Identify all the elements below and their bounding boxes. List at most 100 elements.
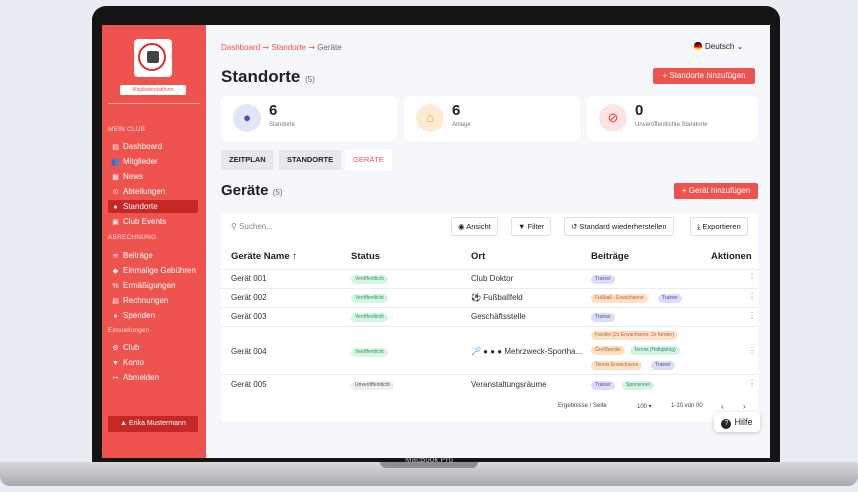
tab-locations[interactable]: STANDORTE <box>279 150 342 170</box>
export-button[interactable]: ⤓ Exportieren <box>690 217 748 236</box>
fee-badge: Familie (2x Erwachsene, 2x Kinder) <box>591 331 678 340</box>
section-club-label: MEIN CLUB <box>108 126 146 133</box>
breadcrumb-dashboard[interactable]: Dashboard <box>221 43 260 52</box>
stat-label: Standorte <box>269 122 296 128</box>
sidebar-item-logout[interactable]: ↦ Abmelden <box>108 371 198 384</box>
sidebar-item-label: Club <box>123 343 140 352</box>
sidebar-item-label: Mitglieder <box>123 157 158 166</box>
stat-card-unpublished: ⊘ 0 Unveröffentlichte Standorte <box>587 96 758 141</box>
page-title: Standorte (5) <box>221 67 315 87</box>
fee-badge: Trainer <box>591 275 615 284</box>
row-actions-menu-icon[interactable]: ⋮ <box>748 292 756 301</box>
table-row-location: ⚽ Fußballfeld <box>471 293 523 302</box>
table-row-name: Gerät 005 <box>231 380 267 389</box>
cart-icon: ▼ <box>112 360 119 367</box>
calendar-icon: ▣ <box>112 219 119 226</box>
gear-icon: ⚙ <box>112 345 119 352</box>
fee-badge: Tennis (Halbjährig) <box>630 346 680 355</box>
sidebar-item-one-time-fees[interactable]: ◆ Einmalige Gebühren <box>108 264 198 277</box>
language-selector[interactable]: Deutsch ⌄ <box>694 42 743 51</box>
row-divider <box>221 307 758 308</box>
prev-page-icon[interactable]: ‹ <box>721 402 724 411</box>
coins-icon: ≋ <box>112 253 119 260</box>
fee-badge: Trainer <box>658 294 682 303</box>
sidebar-item-account[interactable]: ▼ Konto <box>108 356 198 369</box>
sidebar-item-label: Dashboard <box>123 142 163 151</box>
user-profile-button[interactable]: ▲ Erika Mustermann <box>108 416 198 432</box>
main-content: Dashboard ➞ Standorte ➞ Geräte Deutsch ⌄… <box>206 25 770 458</box>
section-title-text: Geräte <box>221 182 269 199</box>
sidebar-item-label: Club Events <box>123 217 167 226</box>
page-title-count: (5) <box>305 75 315 84</box>
table-row-name: Gerät 003 <box>231 312 267 321</box>
tag-icon: ◆ <box>112 268 119 275</box>
reset-button[interactable]: ↺ Standard wiederherstellen <box>564 217 674 236</box>
news-icon: ▦ <box>112 174 119 181</box>
sidebar-item-label: Beiträge <box>123 251 153 260</box>
add-location-button[interactable]: + Standorte hinzufügen <box>653 68 755 84</box>
user-name: Erika Mustermann <box>129 420 186 427</box>
section-settings-label: Einstellungen <box>108 327 150 334</box>
breadcrumb-locations[interactable]: Standorte <box>271 43 306 52</box>
row-actions-menu-icon[interactable]: ⋮ <box>748 311 756 320</box>
platform-badge: Mitgliederplattform <box>120 85 186 95</box>
rows-per-page-label: Ergebnisse / Seite <box>558 403 607 409</box>
sidebar-item-invoices[interactable]: ▤ Rechnungen <box>108 294 198 307</box>
row-actions-menu-icon[interactable]: ⋮ <box>748 379 756 388</box>
section-title: Geräte (5) <box>221 182 282 199</box>
column-header-name[interactable]: Geräte Name ↑ <box>231 251 297 262</box>
logo-bear-icon <box>147 51 159 63</box>
help-label: Hilfe <box>734 417 753 427</box>
rows-per-page-select[interactable]: 100 ▾ <box>637 403 652 410</box>
add-device-button[interactable]: + Gerät hinzufügen <box>674 183 758 199</box>
row-actions-menu-icon[interactable]: ⋮ <box>748 273 756 282</box>
stat-label: Unveröffentlichte Standorte <box>635 122 708 128</box>
location-pin-icon: ● <box>233 104 261 132</box>
row-actions-menu-icon[interactable]: ⋮ <box>748 346 756 355</box>
search-input[interactable]: ⚲ Suchen... <box>231 222 273 231</box>
status-badge: Veröffentlicht <box>351 313 388 322</box>
sidebar-item-label: Abmelden <box>123 373 160 382</box>
sidebar-item-club-events[interactable]: ▣ Club Events <box>108 215 198 228</box>
stat-value: 0 <box>635 102 644 119</box>
language-label: Deutsch <box>705 42 735 51</box>
app-screen: Mitgliederplattform MEIN CLUB ▤ Dashboard… <box>102 25 770 458</box>
arrow-right-icon: ➞ <box>308 43 318 52</box>
filter-label: Filter <box>527 222 545 231</box>
column-header-fees[interactable]: Beiträge <box>591 251 629 262</box>
help-button[interactable]: ? Hilfe <box>714 412 760 432</box>
eye-icon: ◉ <box>458 222 467 231</box>
tab-schedule[interactable]: ZEITPLAN <box>221 150 274 170</box>
sidebar-item-label: Abteilungen <box>123 187 166 196</box>
sidebar-item-club-settings[interactable]: ⚙ Club <box>108 341 198 354</box>
sidebar-item-dashboard[interactable]: ▤ Dashboard <box>108 140 198 153</box>
arrow-right-icon: ➞ <box>262 43 272 52</box>
question-icon: ? <box>721 419 732 429</box>
user-icon: ▲ <box>120 420 130 427</box>
filter-icon: ▼ <box>518 222 528 231</box>
members-icon: 👥 <box>111 159 120 166</box>
sidebar-item-label: News <box>123 172 144 181</box>
table-row-location: Veranstaltungsräume <box>471 380 547 389</box>
view-button[interactable]: ◉ Ansicht <box>451 217 498 236</box>
filter-button[interactable]: ▼ Filter <box>511 217 552 236</box>
stat-card-facilities: ⌂ 6 Anlage <box>404 96 580 141</box>
column-header-location[interactable]: Ort <box>471 251 485 262</box>
view-label: Ansicht <box>466 222 491 231</box>
sidebar-item-departments[interactable]: ⊙ Abteilungen <box>108 185 198 198</box>
next-page-icon[interactable]: › <box>743 402 746 411</box>
fee-badge: Fußball - Erwachsene <box>591 294 648 303</box>
column-header-status[interactable]: Status <box>351 251 380 262</box>
sidebar-item-locations[interactable]: ● Standorte <box>108 200 198 213</box>
club-logo[interactable] <box>134 39 172 77</box>
chevron-down-icon: ⌄ <box>734 42 744 51</box>
sidebar-item-members[interactable]: 👥 Mitglieder <box>108 155 198 168</box>
sidebar-item-fees[interactable]: ≋ Beiträge <box>108 249 198 262</box>
table-row-name: Gerät 001 <box>231 274 267 283</box>
sidebar-item-discounts[interactable]: % Ermäßigungen <box>108 279 198 292</box>
sidebar-item-news[interactable]: ▦ News <box>108 170 198 183</box>
sidebar-item-donations[interactable]: ♦ Spenden <box>108 309 198 322</box>
fee-badge: Tennis Erwachsene <box>591 361 643 370</box>
tab-devices[interactable]: GERÄTE <box>345 150 392 170</box>
status-badge: Veröffentlicht <box>351 348 388 357</box>
